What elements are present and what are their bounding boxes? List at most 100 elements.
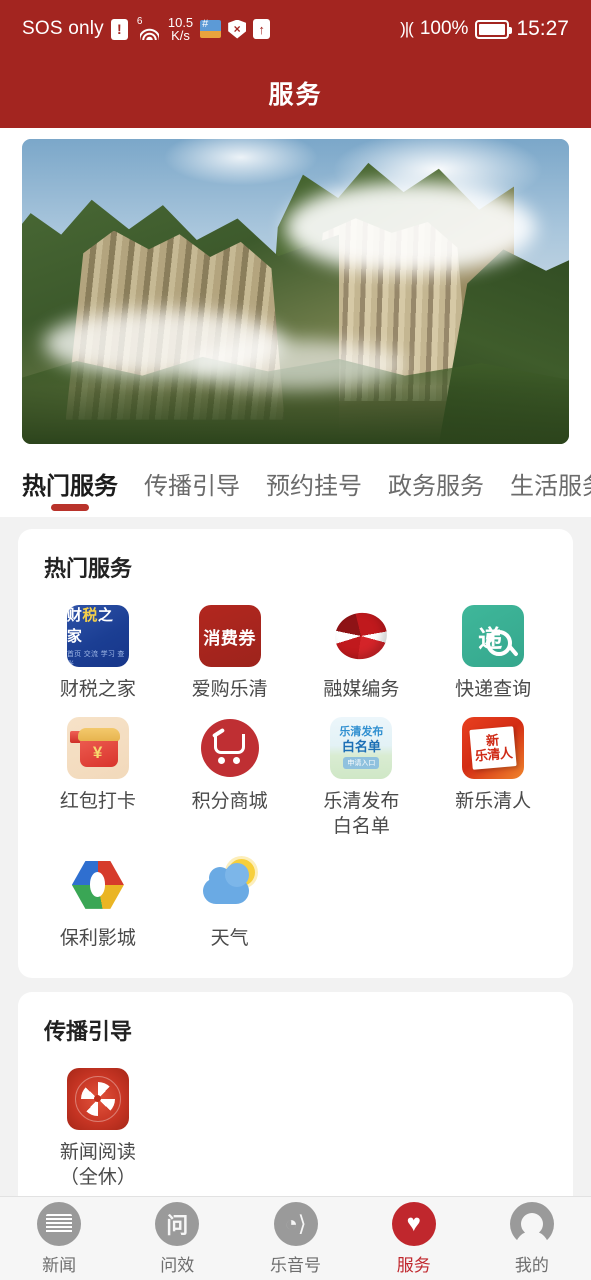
shopping-cart-icon: [198, 716, 261, 779]
battery-icon: [475, 19, 513, 39]
xinleqingren-page: 新 乐清人: [469, 725, 517, 770]
service-grid: 财税之家 首页 交流 学习 查账 财税之家 消费券 爱购乐清 融媒编务 递 快递…: [32, 597, 559, 952]
tab-active-indicator: [51, 504, 89, 511]
category-tabs: 热门服务 传播引导 预约挂号 政务服务 生活服务: [0, 444, 591, 517]
network-gen-label: 6: [136, 16, 143, 27]
nav-item-profile[interactable]: 我的: [473, 1201, 591, 1276]
tab-hot-services[interactable]: 热门服务: [22, 466, 118, 517]
nav-item-feedback[interactable]: 问 问效: [118, 1201, 236, 1276]
network-speed-unit: K/s: [171, 28, 190, 43]
profile-icon: [509, 1201, 554, 1251]
rongmei-icon: [330, 605, 393, 667]
cart-body: [213, 733, 245, 754]
poly-hex-shape: [71, 861, 124, 909]
icon-text-main: 财税之家: [66, 606, 114, 645]
page-title: 服务: [268, 81, 323, 109]
nav-item-news[interactable]: 新闻: [0, 1201, 118, 1276]
card-icon: [200, 18, 222, 38]
service-item-label: 保利影城: [59, 927, 136, 949]
service-item-leqingfabu-baimingdan[interactable]: 乐清发布 白名单 申请入口 乐清发布 白名单: [296, 709, 428, 840]
leqingfabu-icon: 乐清发布 白名单 申请入口: [330, 716, 393, 779]
status-bar-right: )|( 100% 15:27: [400, 17, 569, 41]
service-item-label: 天气: [210, 927, 249, 949]
service-item-tianqi[interactable]: 天气: [164, 846, 296, 952]
app-root: SOS only ! 6 10.5 K/s × ↑ )|( 100% 15:27…: [0, 0, 591, 1280]
caishuizhijia-icon: 财税之家 首页 交流 学习 查账: [66, 605, 129, 668]
cart-wheel-right: [232, 756, 240, 764]
nav-item-label: 问效: [160, 1255, 195, 1275]
tab-appointment-registration[interactable]: 预约挂号: [266, 466, 362, 517]
icon-text-line2: 乐清人: [474, 745, 514, 764]
nav-item-services[interactable]: ♥ 服务: [355, 1201, 473, 1276]
cart-wheel-left: [217, 756, 225, 764]
nav-item-audio[interactable]: ◔⟩ 乐音号: [236, 1201, 354, 1276]
magnifier-icon: [486, 630, 513, 656]
express-search-icon: 递: [462, 605, 525, 667]
service-item-label: 积分商城: [191, 790, 268, 812]
network-speed: 10.5 K/s: [168, 16, 193, 42]
banner-container: [0, 128, 591, 444]
xinleqingren-icon: 新 乐清人: [462, 716, 525, 779]
section-communication-guide: 传播引导 新闻阅读 （全休）: [18, 991, 573, 1196]
tab-life-services[interactable]: 生活服务: [510, 466, 591, 517]
nav-item-label: 乐音号: [270, 1255, 321, 1275]
audio-icon: ◔⟩: [273, 1201, 318, 1246]
icon-text-line2: 白名单: [341, 739, 381, 755]
tab-label: 生活服务: [510, 473, 591, 500]
icon-text-main: 消费券: [203, 628, 256, 648]
xiaofeiquan-icon: 消费券: [198, 605, 261, 667]
section-title: 热门服务: [44, 556, 133, 581]
wifi-waves-icon: [139, 26, 159, 40]
news-reading-icon: [66, 1067, 129, 1130]
service-item-label: 快递查询: [455, 679, 532, 700]
tab-label: 政务服务: [388, 473, 484, 500]
service-item-kuaidichaxun[interactable]: 递 快递查询: [427, 597, 559, 703]
cloud-icon: [202, 862, 249, 904]
banner-mist-top: [284, 181, 537, 274]
service-item-aigouleqing[interactable]: 消费券 爱购乐清: [164, 597, 296, 703]
feedback-icon: 问: [155, 1201, 200, 1246]
nav-item-label: 我的: [514, 1255, 549, 1275]
vibrate-icon: )|(: [400, 19, 414, 38]
tab-label: 预约挂号: [266, 473, 362, 500]
news-icon: [37, 1201, 82, 1246]
status-bar-left: SOS only ! 6 10.5 K/s × ↑: [22, 16, 271, 42]
content-scroll-area[interactable]: 热门服务 传播引导 预约挂号 政务服务 生活服务 热门服务: [0, 128, 591, 1196]
app-header: 服务: [0, 58, 591, 128]
section-title: 传播引导: [44, 1018, 133, 1044]
clock-label: 15:27: [516, 17, 569, 40]
service-item-label: 乐清发布 白名单: [323, 790, 400, 838]
tab-government-services[interactable]: 政务服务: [388, 466, 484, 517]
service-item-label: 新闻阅读 （全休）: [59, 1141, 136, 1189]
service-item-label: 财税之家: [59, 679, 136, 700]
tab-communication-guide[interactable]: 传播引导: [144, 466, 240, 517]
service-item-label: 新乐清人: [455, 790, 532, 812]
service-item-rongmeibianwu[interactable]: 融媒编务: [296, 597, 428, 703]
service-item-xinleqingren[interactable]: 新 乐清人 新乐清人: [427, 709, 559, 840]
rongmei-sphere: [331, 608, 392, 664]
section-hot-services: 热门服务 财税之家 首页 交流 学习 查账 财税之家 消费券 爱购乐清 融媒编务…: [18, 529, 573, 978]
service-item-label: 融媒编务: [323, 679, 400, 700]
service-item-caishuizhijia[interactable]: 财税之家 首页 交流 学习 查账 财税之家: [32, 597, 164, 703]
service-item-xinwenyuedu[interactable]: 新闻阅读 （全休）: [32, 1060, 164, 1191]
sections-container: 热门服务 财税之家 首页 交流 学习 查账 财税之家 消费券 爱购乐清 融媒编务…: [0, 517, 591, 1196]
service-item-hongbaodaka[interactable]: ¥ 红包打卡: [32, 709, 164, 840]
wifi-icon: 6: [135, 16, 161, 40]
service-item-label: 红包打卡: [59, 790, 136, 812]
icon-text-sub: 首页 交流 学习 查账: [66, 650, 125, 668]
service-item-baoliyingcheng[interactable]: 保利影城: [32, 846, 164, 952]
icon-text-line1: 乐清发布: [339, 726, 384, 739]
status-bar: SOS only ! 6 10.5 K/s × ↑ )|( 100% 15:27: [0, 0, 591, 58]
banner-image[interactable]: [22, 139, 569, 444]
redpacket-icon: ¥: [66, 716, 129, 779]
battery-percent-label: 100%: [419, 18, 469, 39]
tab-label: 传播引导: [144, 473, 240, 500]
poly-cinema-icon: [66, 853, 129, 916]
alert-icon: !: [110, 18, 128, 40]
icon-text-main: ¥: [92, 742, 103, 762]
shield-icon: ×: [228, 19, 247, 39]
service-item-jifenshangcheng[interactable]: 积分商城: [164, 709, 296, 840]
tab-label: 热门服务: [22, 473, 118, 500]
icon-text-line3: 申请入口: [343, 757, 380, 770]
cart-circle: [200, 718, 259, 777]
